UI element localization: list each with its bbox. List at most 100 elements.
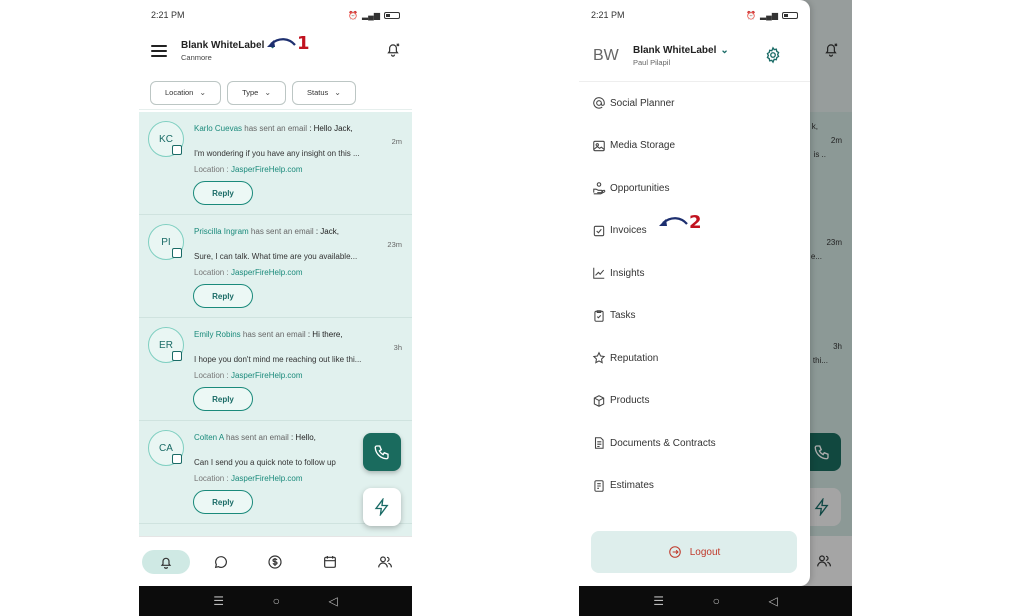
home-icon[interactable]: ○ [273, 594, 280, 608]
subject-text: : Hello Jack, [309, 124, 353, 133]
chevron-down-icon: ⌄ [334, 88, 341, 97]
recent-apps-icon[interactable]: ☰ [213, 594, 224, 608]
subject-text: : Hello, [290, 433, 316, 442]
handshake-icon [593, 182, 606, 195]
document-icon [594, 437, 604, 450]
bell-icon[interactable] [384, 40, 402, 58]
menu-item-label: Products [610, 395, 650, 407]
location-label: Location : [194, 165, 229, 174]
email-badge-icon [172, 145, 182, 155]
menu-item-reputation[interactable]: Reputation [579, 337, 810, 380]
menu-item-social-planner[interactable]: Social Planner [579, 82, 810, 125]
message-preview: Sure, I can talk. What time are you avai… [194, 252, 358, 261]
quick-action-button[interactable] [363, 488, 401, 526]
star-icon [592, 351, 606, 364]
drawer-menu: Social Planner Media Storage Opportuniti… [579, 82, 810, 507]
signal-icon: ▂▄▆ [362, 10, 380, 20]
nav-calendar[interactable] [306, 550, 354, 574]
logout-button[interactable]: Logout [591, 531, 797, 573]
logout-icon [668, 546, 681, 558]
menu-item-opportunities[interactable]: Opportunities [579, 167, 810, 210]
location-value: JasperFireHelp.com [230, 371, 303, 380]
nav-payments[interactable] [251, 550, 299, 574]
list-item[interactable]: PI Priscilla Ingram has sent an email : … [139, 215, 412, 318]
menu-item-label: Reputation [610, 352, 659, 364]
system-navigation-bar: ☰ ○ ◁ [579, 586, 852, 616]
home-icon[interactable]: ○ [713, 594, 720, 608]
bell-icon [161, 557, 172, 569]
sender-name: Colten A [194, 433, 224, 442]
menu-item-media-storage[interactable]: Media Storage [579, 125, 810, 168]
location-line: Location : JasperFireHelp.com [194, 371, 303, 380]
filter-location[interactable]: Location ⌄ [150, 80, 222, 105]
location-label: Location : [194, 371, 229, 380]
message-preview: I hope you don't mind me reaching out li… [194, 355, 362, 364]
reply-button[interactable]: Reply [193, 387, 253, 411]
filter-bar: Location ⌄ Type ⌄ Status ⌄ [139, 76, 412, 110]
reply-button[interactable]: Reply [193, 284, 253, 308]
drawer-header: BW Blank WhiteLabel ⌄ Paul Pilapil [579, 30, 810, 82]
status-bar: 2:21 PM ⏰ ▂▄▆ [579, 0, 810, 30]
menu-item-tasks[interactable]: Tasks [579, 295, 810, 338]
phone-notifications-screen: 2:21 PM ⏰ ▂▄▆ Blank WhiteLabel ⌄ Canmore… [139, 0, 412, 616]
menu-item-documents-contracts[interactable]: Documents & Contracts [579, 422, 810, 465]
back-icon[interactable]: ◁ [768, 594, 777, 608]
email-badge-icon [172, 248, 182, 258]
system-navigation-bar: ☰ ○ ◁ [139, 586, 412, 616]
reply-button[interactable]: Reply [193, 181, 253, 205]
menu-item-label: Tasks [610, 310, 636, 322]
back-icon[interactable]: ◁ [328, 594, 337, 608]
nav-conversations[interactable] [197, 550, 245, 574]
subject-text: : Hi there, [307, 330, 343, 339]
gear-icon[interactable] [764, 46, 782, 64]
reply-button[interactable]: Reply [193, 490, 253, 514]
menu-item-label: Opportunities [610, 182, 670, 194]
nav-notifications[interactable] [142, 549, 191, 574]
chevron-down-icon[interactable]: ⌄ [720, 45, 728, 56]
annotation-marker-2: 2 [657, 212, 702, 233]
chat-bubble-icon [214, 555, 227, 568]
filter-label: Status [307, 88, 329, 97]
at-sign-icon [593, 97, 605, 109]
message-preview: Can I send you a quick note to follow up [194, 458, 336, 467]
recent-apps-icon[interactable]: ☰ [653, 594, 664, 608]
calendar-icon [324, 555, 337, 568]
menu-item-products[interactable]: Products [579, 380, 810, 423]
notification-title: Karlo Cuevas has sent an email : Hello J… [194, 124, 402, 133]
status-time: 2:21 PM [591, 10, 625, 20]
sender-name: Emily Robins [194, 330, 241, 339]
bottom-navigation [139, 536, 412, 586]
list-item[interactable]: ER Emily Robins has sent an email : Hi t… [139, 318, 412, 421]
annotation-marker-1: 1 [265, 33, 310, 54]
account-switcher[interactable]: Blank WhiteLabel ⌄ Canmore [181, 40, 277, 62]
location-label: Location : [194, 474, 229, 483]
account-avatar: BW [593, 46, 619, 64]
status-time: 2:21 PM [151, 10, 185, 20]
signal-icon: ▂▄▆ [760, 10, 778, 20]
location-value: JasperFireHelp.com [230, 474, 303, 483]
menu-icon[interactable] [151, 45, 167, 57]
lightning-icon [374, 498, 389, 516]
timestamp: 2m [391, 137, 402, 146]
call-button[interactable] [363, 433, 401, 471]
dollar-circle-icon [268, 554, 283, 569]
action-text: has sent an email [244, 124, 307, 133]
menu-item-label: Documents & Contracts [610, 437, 716, 449]
nav-contacts[interactable] [361, 550, 409, 574]
filter-status[interactable]: Status ⌄ [292, 80, 356, 105]
people-icon [377, 555, 392, 567]
list-item[interactable]: KC Karlo Cuevas has sent an email : Hell… [139, 112, 412, 215]
chevron-down-icon: ⌄ [199, 88, 207, 97]
account-switcher[interactable]: Blank WhiteLabel ⌄ Paul Pilapil [633, 45, 729, 67]
menu-item-insights[interactable]: Insights [579, 252, 810, 295]
menu-item-label: Insights [610, 267, 645, 279]
menu-item-estimates[interactable]: Estimates [579, 465, 810, 508]
notification-list[interactable]: KC Karlo Cuevas has sent an email : Hell… [139, 112, 412, 536]
filter-type[interactable]: Type ⌄ [227, 80, 287, 105]
menu-item-label: Estimates [610, 480, 654, 492]
navigation-drawer: 2:21 PM ⏰ ▂▄▆ BW Blank WhiteLabel ⌄ Paul… [579, 0, 810, 586]
estimate-icon [594, 479, 604, 492]
logout-label: Logout [689, 546, 721, 558]
action-text: has sent an email [242, 330, 306, 339]
notification-title: Emily Robins has sent an email : Hi ther… [194, 330, 402, 339]
